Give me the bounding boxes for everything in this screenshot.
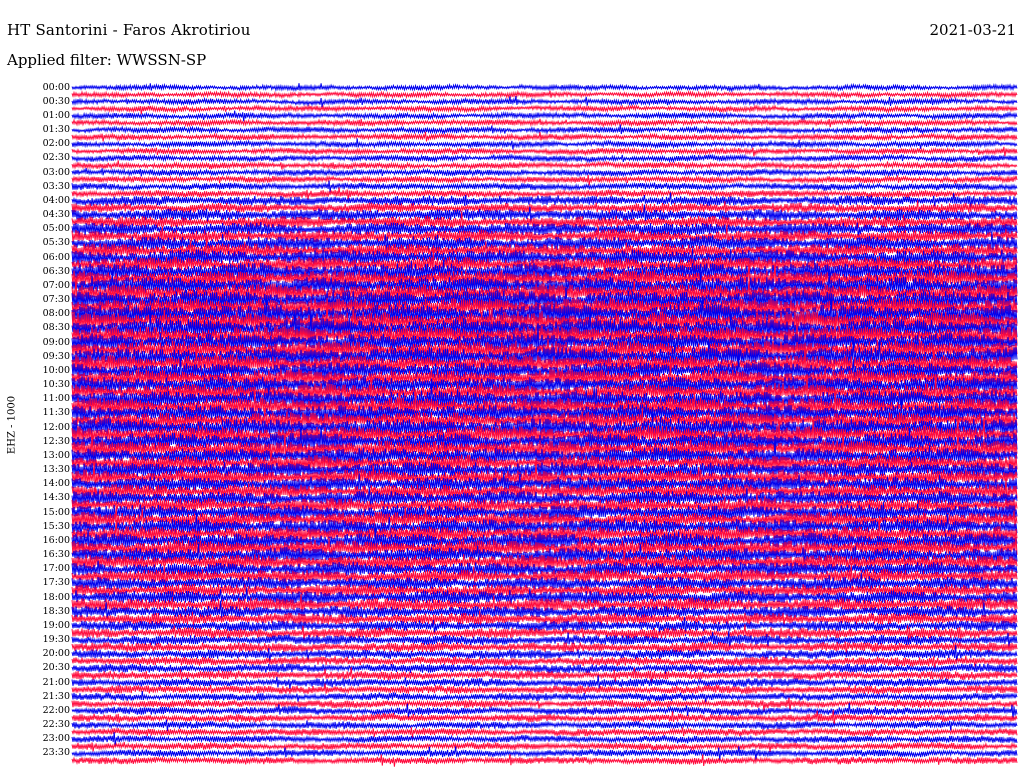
trace-row [71, 89, 1018, 100]
trace-row [71, 146, 1018, 157]
trace-row [71, 82, 1018, 93]
trace-row [71, 153, 1018, 164]
trace-row [71, 138, 1018, 150]
helicorder-plot [71, 82, 1018, 767]
trace-row [71, 110, 1018, 122]
trace-row [71, 103, 1018, 115]
trace-row [71, 746, 1018, 761]
trace-row [71, 174, 1018, 186]
trace-row [71, 180, 1018, 193]
trace-row [71, 167, 1018, 178]
trace-row [71, 117, 1018, 128]
trace-row [71, 96, 1018, 108]
trace-row [71, 124, 1018, 135]
trace-row [71, 131, 1018, 142]
